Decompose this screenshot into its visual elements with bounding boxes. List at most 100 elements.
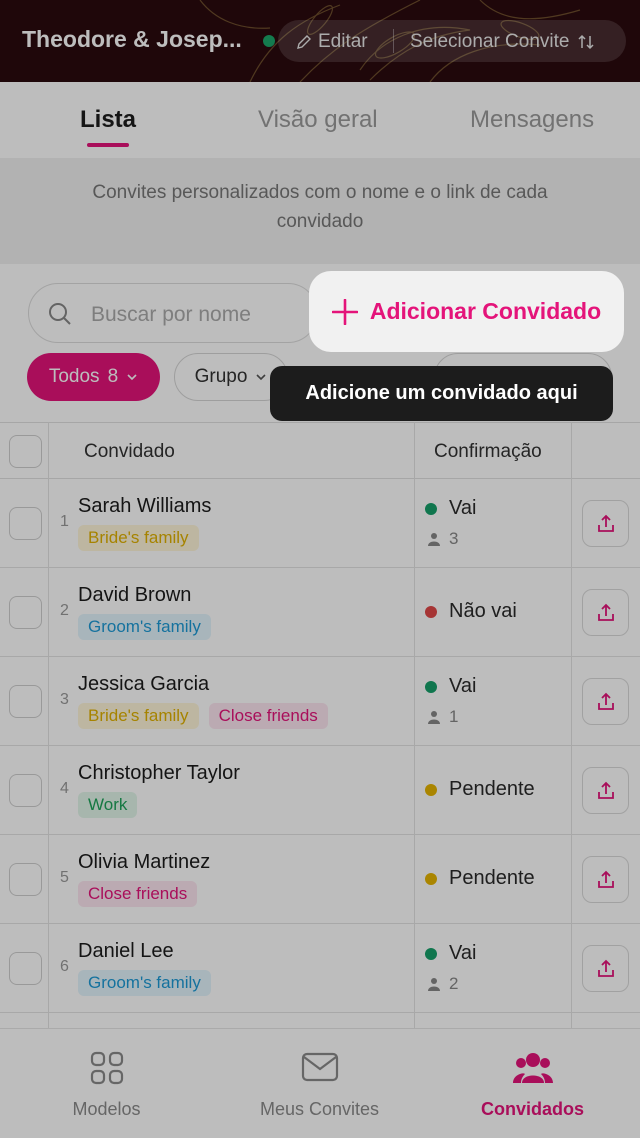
pencil-icon xyxy=(297,35,311,49)
online-status-dot xyxy=(263,35,275,47)
select-all-checkbox[interactable] xyxy=(9,435,42,468)
row-number: 1 xyxy=(60,513,69,530)
guest-name: David Brown xyxy=(78,584,192,606)
tab-lista[interactable]: Lista xyxy=(80,106,136,134)
share-button[interactable] xyxy=(582,589,629,636)
plus-icon xyxy=(331,298,358,325)
event-title: Theodore & Josep... xyxy=(22,26,242,52)
divider xyxy=(393,29,394,53)
nav-modelos[interactable]: Modelos xyxy=(0,1029,213,1138)
guest-tags: Work xyxy=(78,792,138,818)
companion-count: 1 xyxy=(427,707,458,727)
share-icon xyxy=(597,692,614,710)
confirmation-status: Pendente xyxy=(425,778,535,801)
tab-visao-geral[interactable]: Visão geral xyxy=(258,106,378,134)
group-tag: Bride's family xyxy=(78,703,199,729)
share-button[interactable] xyxy=(582,500,629,547)
status-dot xyxy=(425,783,437,796)
share-button[interactable] xyxy=(582,678,629,725)
row-checkbox[interactable] xyxy=(9,685,42,718)
table-row[interactable]: 3 Jessica Garcia Bride's family Close frien… xyxy=(0,657,640,746)
group-tag: Groom's family xyxy=(78,614,211,640)
row-checkbox[interactable] xyxy=(9,507,42,540)
row-checkbox[interactable] xyxy=(9,774,42,807)
table-row[interactable]: 1 Sarah Williams Bride's family Vai 3 xyxy=(0,479,640,568)
guest-tags: Bride's family Close friends xyxy=(78,703,328,729)
nav-convidados-label: Convidados xyxy=(480,1099,584,1119)
confirmation-status: Vai xyxy=(425,675,476,698)
filter-grupo-label: Grupo xyxy=(194,366,248,387)
envelope-icon xyxy=(301,1052,338,1082)
group-tag: Bride's family xyxy=(78,525,199,551)
share-button[interactable] xyxy=(582,856,629,903)
guest-tags: Bride's family xyxy=(78,525,199,551)
table-row[interactable]: 6 Daniel Lee Groom's family Vai 2 xyxy=(0,924,640,1013)
table-row[interactable]: 4 Christopher Taylor Work Pendente xyxy=(0,746,640,835)
guest-name: Daniel Lee xyxy=(78,940,174,962)
person-icon xyxy=(428,711,440,724)
share-icon xyxy=(597,870,614,888)
guest-tags: Groom's family xyxy=(78,970,211,996)
row-checkbox[interactable] xyxy=(9,596,42,629)
status-label: Pendente xyxy=(449,867,535,889)
guest-name: Christopher Taylor xyxy=(78,762,240,784)
chevron-down-icon xyxy=(256,374,266,381)
row-number: 5 xyxy=(60,869,69,886)
status-dot xyxy=(425,680,437,693)
tab-mensagens[interactable]: Mensagens xyxy=(470,106,594,134)
top-bar: Theodore & Josep... Editar Selecionar Co… xyxy=(0,0,640,82)
companion-count: 3 xyxy=(427,529,458,549)
nav-convidados[interactable]: Convidados xyxy=(426,1029,639,1138)
companion-count: 2 xyxy=(427,974,458,994)
status-dot xyxy=(425,605,437,618)
select-invite-button[interactable]: Selecionar Convite xyxy=(410,31,595,53)
filter-todos-chip[interactable]: Todos 8 xyxy=(27,353,160,401)
group-tag: Work xyxy=(78,792,138,818)
group-tag: Groom's family xyxy=(78,970,211,996)
share-icon xyxy=(597,514,614,532)
companion-count-value: 2 xyxy=(449,974,459,993)
nav-modelos-label: Modelos xyxy=(72,1099,141,1119)
status-dot xyxy=(425,947,437,960)
row-checkbox[interactable] xyxy=(9,863,42,896)
filter-todos-label: Todos xyxy=(48,366,100,387)
info-banner: Convites personalizados com o nome e o l… xyxy=(0,158,640,264)
nav-meus-convites-label: Meus Convites xyxy=(259,1099,380,1119)
share-button[interactable] xyxy=(582,945,629,992)
row-number: 2 xyxy=(60,602,69,619)
people-icon xyxy=(512,1053,553,1083)
table-row[interactable]: 2 David Brown Groom's family Não vai xyxy=(0,568,640,657)
nav-meus-convites[interactable]: Meus Convites xyxy=(213,1029,426,1138)
column-header-guest: Convidado xyxy=(84,441,175,462)
confirmation-status: Não vai xyxy=(425,600,517,623)
guest-name: Sarah Williams xyxy=(78,495,212,517)
guest-tags: Close friends xyxy=(78,881,198,907)
active-tab-indicator xyxy=(87,143,129,147)
search-field[interactable]: Buscar por nome xyxy=(28,283,318,343)
add-guest-label: Adicionar Convidado xyxy=(369,298,602,324)
confirmation-status: Vai xyxy=(425,497,476,520)
column-header-confirmation: Confirmação xyxy=(434,441,542,462)
table-row[interactable]: 5 Olivia Martinez Close friends Pendente xyxy=(0,835,640,924)
row-number: 3 xyxy=(60,691,69,708)
person-icon xyxy=(428,978,440,991)
share-button[interactable] xyxy=(582,767,629,814)
search-placeholder: Buscar por nome xyxy=(91,303,251,326)
companion-count-value: 3 xyxy=(449,529,459,548)
status-dot xyxy=(425,872,437,885)
companion-count-value: 1 xyxy=(449,707,459,726)
group-tag: Close friends xyxy=(78,881,198,907)
status-label: Não vai xyxy=(449,600,517,622)
status-label: Pendente xyxy=(449,778,535,800)
chevron-down-icon xyxy=(127,374,137,381)
onboarding-tooltip: Adicione um convidado aqui xyxy=(270,366,613,421)
add-guest-button[interactable]: Adicionar Convidado xyxy=(309,271,624,352)
row-checkbox[interactable] xyxy=(9,952,42,985)
edit-button[interactable]: Editar xyxy=(296,31,368,53)
edit-label: Editar xyxy=(318,31,368,52)
share-icon xyxy=(597,603,614,621)
confirmation-status: Vai xyxy=(425,942,476,965)
table-header: Convidado Confirmação xyxy=(0,422,640,479)
person-icon xyxy=(428,533,440,546)
status-label: Vai xyxy=(449,942,477,964)
